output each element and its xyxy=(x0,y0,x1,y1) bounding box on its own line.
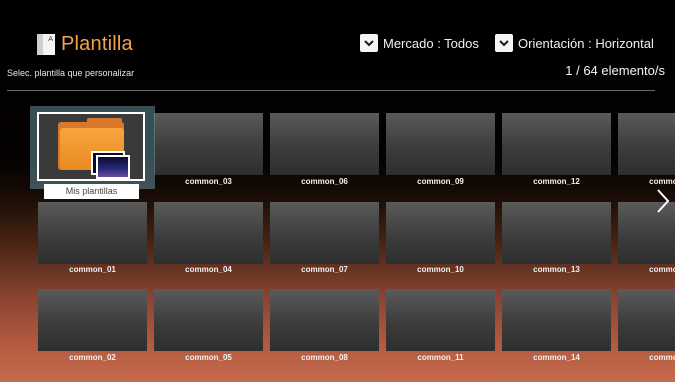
template-thumbnail[interactable] xyxy=(270,289,379,351)
template-label: common_10 xyxy=(417,265,464,274)
template-thumbnail[interactable] xyxy=(502,202,611,264)
template-thumbnail[interactable] xyxy=(154,289,263,351)
template-thumbnail[interactable] xyxy=(618,113,675,175)
template-label: common_16 xyxy=(649,265,675,274)
template-label: common_14 xyxy=(533,353,580,362)
template-label: common_12 xyxy=(533,177,580,186)
template-label: common_09 xyxy=(417,177,464,186)
my-templates-label: Mis plantillas xyxy=(44,184,139,199)
template-thumbnail[interactable] xyxy=(618,289,675,351)
template-thumbnail[interactable] xyxy=(38,202,147,264)
template-label: common_04 xyxy=(185,265,232,274)
template-thumbnail[interactable] xyxy=(154,202,263,264)
chevron-right-icon[interactable] xyxy=(655,188,671,214)
template-label: common_11 xyxy=(417,353,464,362)
template-label: common_15 xyxy=(649,177,675,186)
template-thumbnail[interactable] xyxy=(386,202,495,264)
template-thumbnail[interactable] xyxy=(386,113,495,175)
template-label: common_08 xyxy=(301,353,348,362)
template-label: common_02 xyxy=(69,353,116,362)
template-preview-icon xyxy=(96,155,130,179)
template-thumbnail[interactable] xyxy=(386,289,495,351)
template-label: common_13 xyxy=(533,265,580,274)
template-thumbnail[interactable] xyxy=(502,289,611,351)
template-thumbnail[interactable] xyxy=(38,289,147,351)
template-label: common_05 xyxy=(185,353,232,362)
template-label: common_17 xyxy=(649,353,675,362)
template-label: common_01 xyxy=(69,265,116,274)
template-thumbnail[interactable] xyxy=(502,113,611,175)
template-label: common_03 xyxy=(185,177,232,186)
template-thumbnail[interactable] xyxy=(270,113,379,175)
template-label: common_07 xyxy=(301,265,348,274)
template-thumbnail[interactable] xyxy=(270,202,379,264)
template-thumbnail[interactable] xyxy=(154,113,263,175)
template-label: common_06 xyxy=(301,177,348,186)
